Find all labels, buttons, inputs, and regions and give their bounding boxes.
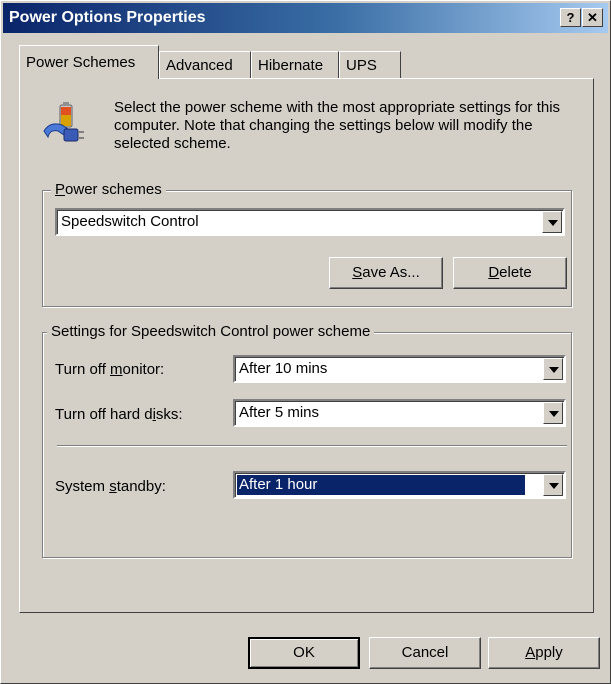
standby-timeout-select[interactable]: After 1 hour — [233, 471, 566, 499]
help-button[interactable]: ? — [560, 8, 581, 27]
monitor-label: Turn off monitor: — [55, 361, 165, 378]
monitor-timeout-select[interactable]: After 10 mins — [233, 355, 566, 383]
chevron-down-icon[interactable] — [543, 402, 563, 424]
title-bar[interactable]: Power Options Properties ? ✕ — [3, 3, 608, 33]
power-scheme-value: Speedswitch Control — [61, 213, 199, 230]
tab-ups[interactable]: UPS — [339, 51, 401, 78]
scheme-settings-group: Settings for Speedswitch Control power s… — [42, 323, 572, 558]
power-schemes-group: Power schemes Speedswitch Control Save A… — [42, 181, 572, 307]
monitor-timeout-value: After 10 mins — [239, 360, 328, 377]
settings-group-title: Settings for Speedswitch Control power s… — [47, 323, 375, 340]
power-scheme-select[interactable]: Speedswitch Control — [55, 208, 565, 236]
chevron-down-icon[interactable] — [543, 474, 563, 496]
settings-divider — [57, 445, 567, 447]
hard-disks-timeout-value: After 5 mins — [239, 404, 320, 421]
power-plug-battery-icon — [43, 102, 84, 142]
close-icon: ✕ — [587, 10, 598, 25]
power-schemes-panel: Select the power scheme with the most ap… — [19, 78, 594, 613]
apply-button[interactable]: Apply — [488, 637, 600, 669]
standby-label: System standby: — [55, 478, 166, 495]
close-button[interactable]: ✕ — [582, 8, 603, 27]
save-as-button[interactable]: Save As... — [329, 257, 443, 289]
power-options-window: Power Options Properties ? ✕ Power Schem… — [0, 0, 611, 684]
cancel-button[interactable]: Cancel — [369, 637, 481, 669]
tab-advanced[interactable]: Advanced — [159, 51, 251, 78]
window-title: Power Options Properties — [9, 9, 206, 26]
tab-power-schemes[interactable]: Power Schemes — [19, 45, 159, 79]
intro-text: Select the power scheme with the most ap… — [114, 99, 561, 152]
hard-disks-timeout-select[interactable]: After 5 mins — [233, 399, 566, 427]
tab-hibernate[interactable]: Hibernate — [251, 51, 339, 78]
chevron-down-icon[interactable] — [543, 358, 563, 380]
standby-timeout-value: After 1 hour — [237, 475, 525, 495]
power-schemes-label: Power schemes — [51, 181, 166, 198]
hard-disks-label: Turn off hard disks: — [55, 406, 183, 423]
delete-button[interactable]: Delete — [453, 257, 567, 289]
chevron-down-icon[interactable] — [542, 211, 562, 233]
ok-button[interactable]: OK — [248, 637, 360, 669]
